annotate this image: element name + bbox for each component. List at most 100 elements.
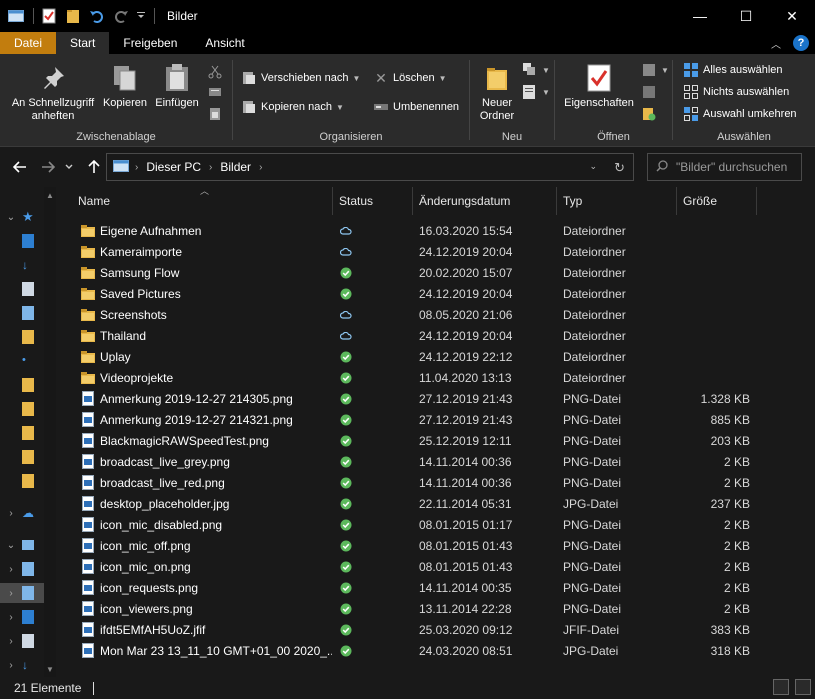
file-name-cell[interactable]: Screenshots (80, 304, 332, 325)
nav-onedrive[interactable]: › ☁ (0, 503, 44, 523)
copy-path-button[interactable] (207, 84, 227, 100)
open-button[interactable]: ▼ (641, 62, 669, 78)
file-name-cell[interactable]: Saved Pictures (80, 283, 332, 304)
address-bar[interactable]: › Dieser PC › Bilder › ⌄ ↻ (106, 153, 634, 181)
nav-item[interactable] (0, 279, 44, 299)
table-row[interactable]: Uplay 24.12.2019 22:12 Dateiordner (64, 346, 764, 367)
table-row[interactable]: Kameraimporte 24.12.2019 20:04 Dateiordner (64, 241, 764, 262)
undo-icon[interactable] (88, 7, 106, 25)
properties-quick-icon[interactable] (40, 7, 58, 25)
forward-button[interactable] (38, 157, 58, 177)
table-row[interactable]: Samsung Flow 20.02.2020 15:07 Dateiordner (64, 262, 764, 283)
table-row[interactable]: broadcast_live_red.png 14.11.2014 00:36 PN… (64, 472, 764, 493)
expand-chevron-icon[interactable]: › (0, 612, 22, 623)
paste-button[interactable]: Einfügen (151, 62, 203, 110)
refresh-icon[interactable]: ↻ (614, 160, 625, 176)
maximize-button[interactable]: ☐ (723, 0, 769, 32)
expand-chevron-icon[interactable]: › (0, 588, 22, 599)
table-row[interactable]: ifdt5EMfAH5UoZ.jfif 25.03.2020 09:12 JFIF-… (64, 619, 764, 640)
nav-item[interactable]: › (0, 559, 44, 579)
file-name-cell[interactable]: Videoprojekte (80, 367, 332, 388)
file-name-cell[interactable]: Samsung Flow (80, 262, 332, 283)
tab-start[interactable]: Start (56, 32, 110, 54)
breadcrumb-chevron-icon[interactable]: › (209, 162, 212, 173)
table-row[interactable]: icon_requests.png 14.11.2014 00:35 PNG-Dat… (64, 577, 764, 598)
rename-button[interactable]: Umbenennen (373, 99, 459, 115)
minimize-button[interactable]: — (677, 0, 723, 32)
explorer-window-icon[interactable] (7, 7, 25, 25)
nav-item[interactable]: › (0, 607, 44, 627)
file-name-cell[interactable]: broadcast_live_red.png (80, 472, 332, 493)
collapse-ribbon-icon[interactable]: ︿ (771, 36, 781, 51)
column-type[interactable]: Typ (557, 187, 677, 215)
nav-item[interactable]: › (0, 631, 44, 651)
column-name[interactable]: Name (72, 187, 333, 215)
breadcrumb-this-pc[interactable]: Dieser PC (146, 160, 201, 174)
select-none-button[interactable]: Nichts auswählen (683, 84, 789, 100)
file-name-cell[interactable]: Thailand (80, 325, 332, 346)
up-button[interactable] (84, 157, 104, 177)
nav-item[interactable] (0, 231, 44, 251)
nav-item[interactable] (0, 327, 44, 347)
file-name-cell[interactable]: icon_mic_disabled.png (80, 514, 332, 535)
tab-freigeben[interactable]: Freigeben (109, 32, 191, 54)
nav-item[interactable] (0, 447, 44, 467)
table-row[interactable]: Anmerkung 2019-12-27 214305.png 27.12.201… (64, 388, 764, 409)
column-date[interactable]: Änderungsdatum (413, 187, 557, 215)
expand-chevron-icon[interactable]: › (0, 564, 22, 575)
nav-item-bilder-selected[interactable]: › (0, 583, 44, 603)
table-row[interactable]: broadcast_live_grey.png 14.11.2014 00:36 P… (64, 451, 764, 472)
column-size[interactable]: Größe (677, 187, 757, 215)
table-row[interactable]: icon_mic_off.png 08.01.2015 01:43 PNG-Date… (64, 535, 764, 556)
table-row[interactable]: icon_mic_disabled.png 08.01.2015 01:17 PNG… (64, 514, 764, 535)
tab-datei[interactable]: Datei (0, 32, 57, 54)
table-row[interactable]: icon_mic_on.png 08.01.2015 01:43 PNG-Datei… (64, 556, 764, 577)
file-name-cell[interactable]: BlackmagicRAWSpeedTest.png (80, 430, 332, 451)
edit-button[interactable] (641, 84, 661, 100)
breadcrumb-chevron-icon[interactable]: › (259, 162, 262, 173)
file-name-cell[interactable]: Eigene Aufnahmen (80, 220, 332, 241)
file-name-cell[interactable]: Anmerkung 2019-12-27 214305.png (80, 388, 332, 409)
paste-shortcut-button[interactable] (207, 106, 227, 122)
nav-quick-access[interactable]: ⌄ ★ (0, 207, 44, 227)
tab-ansicht[interactable]: Ansicht (191, 32, 258, 54)
move-to-button[interactable]: Verschieben nach ▼ (241, 70, 360, 86)
select-all-button[interactable]: Alles auswählen (683, 62, 783, 78)
table-row[interactable]: Anmerkung 2019-12-27 214321.png 27.12.201… (64, 409, 764, 430)
expand-chevron-icon[interactable]: › (0, 660, 22, 671)
new-folder-button[interactable]: Neuer Ordner (474, 62, 520, 123)
nav-item[interactable] (0, 375, 44, 395)
table-row[interactable]: Screenshots 08.05.2020 21:06 Dateiordner (64, 304, 764, 325)
breadcrumb-bilder[interactable]: Bilder (220, 160, 251, 174)
file-name-cell[interactable]: icon_requests.png (80, 577, 332, 598)
nav-pane-scrollbar[interactable]: ▲ ▼ (44, 187, 56, 677)
file-name-cell[interactable]: icon_viewers.png (80, 598, 332, 619)
large-icons-view-icon[interactable] (795, 679, 811, 695)
search-box[interactable]: "Bilder" durchsuchen (647, 153, 802, 181)
file-name-cell[interactable]: desktop_placeholder.jpg (80, 493, 332, 514)
table-row[interactable]: Eigene Aufnahmen 16.03.2020 15:54 Dateiord… (64, 220, 764, 241)
expand-chevron-icon[interactable]: ⌄ (0, 540, 22, 551)
scroll-up-icon[interactable]: ▲ (44, 189, 56, 201)
recent-locations-icon[interactable] (62, 157, 76, 177)
cut-button[interactable] (207, 64, 227, 80)
table-row[interactable]: Saved Pictures 24.12.2019 20:04 Dateiordne… (64, 283, 764, 304)
back-button[interactable] (10, 157, 30, 177)
nav-item[interactable]: • (0, 351, 44, 371)
details-view-icon[interactable] (773, 679, 789, 695)
file-name-cell[interactable]: icon_mic_off.png (80, 535, 332, 556)
redo-icon[interactable] (112, 7, 130, 25)
nav-item[interactable]: ↓ (0, 255, 44, 275)
address-dropdown-icon[interactable]: ⌄ (589, 161, 597, 172)
table-row[interactable]: BlackmagicRAWSpeedTest.png 25.12.2019 12:… (64, 430, 764, 451)
expand-chevron-icon[interactable]: › (0, 636, 22, 647)
nav-item[interactable] (0, 303, 44, 323)
file-name-cell[interactable]: broadcast_live_grey.png (80, 451, 332, 472)
copy-to-button[interactable]: Kopieren nach ▼ (241, 99, 344, 115)
nav-item[interactable] (0, 399, 44, 419)
nav-item[interactable] (0, 471, 44, 491)
breadcrumb-chevron-icon[interactable]: › (135, 162, 138, 173)
file-name-cell[interactable]: Mon Mar 23 13_11_10 GMT+01_00 2020_... (80, 640, 332, 661)
nav-item[interactable]: › ↓ (0, 655, 44, 675)
expand-chevron-icon[interactable]: › (0, 508, 22, 519)
